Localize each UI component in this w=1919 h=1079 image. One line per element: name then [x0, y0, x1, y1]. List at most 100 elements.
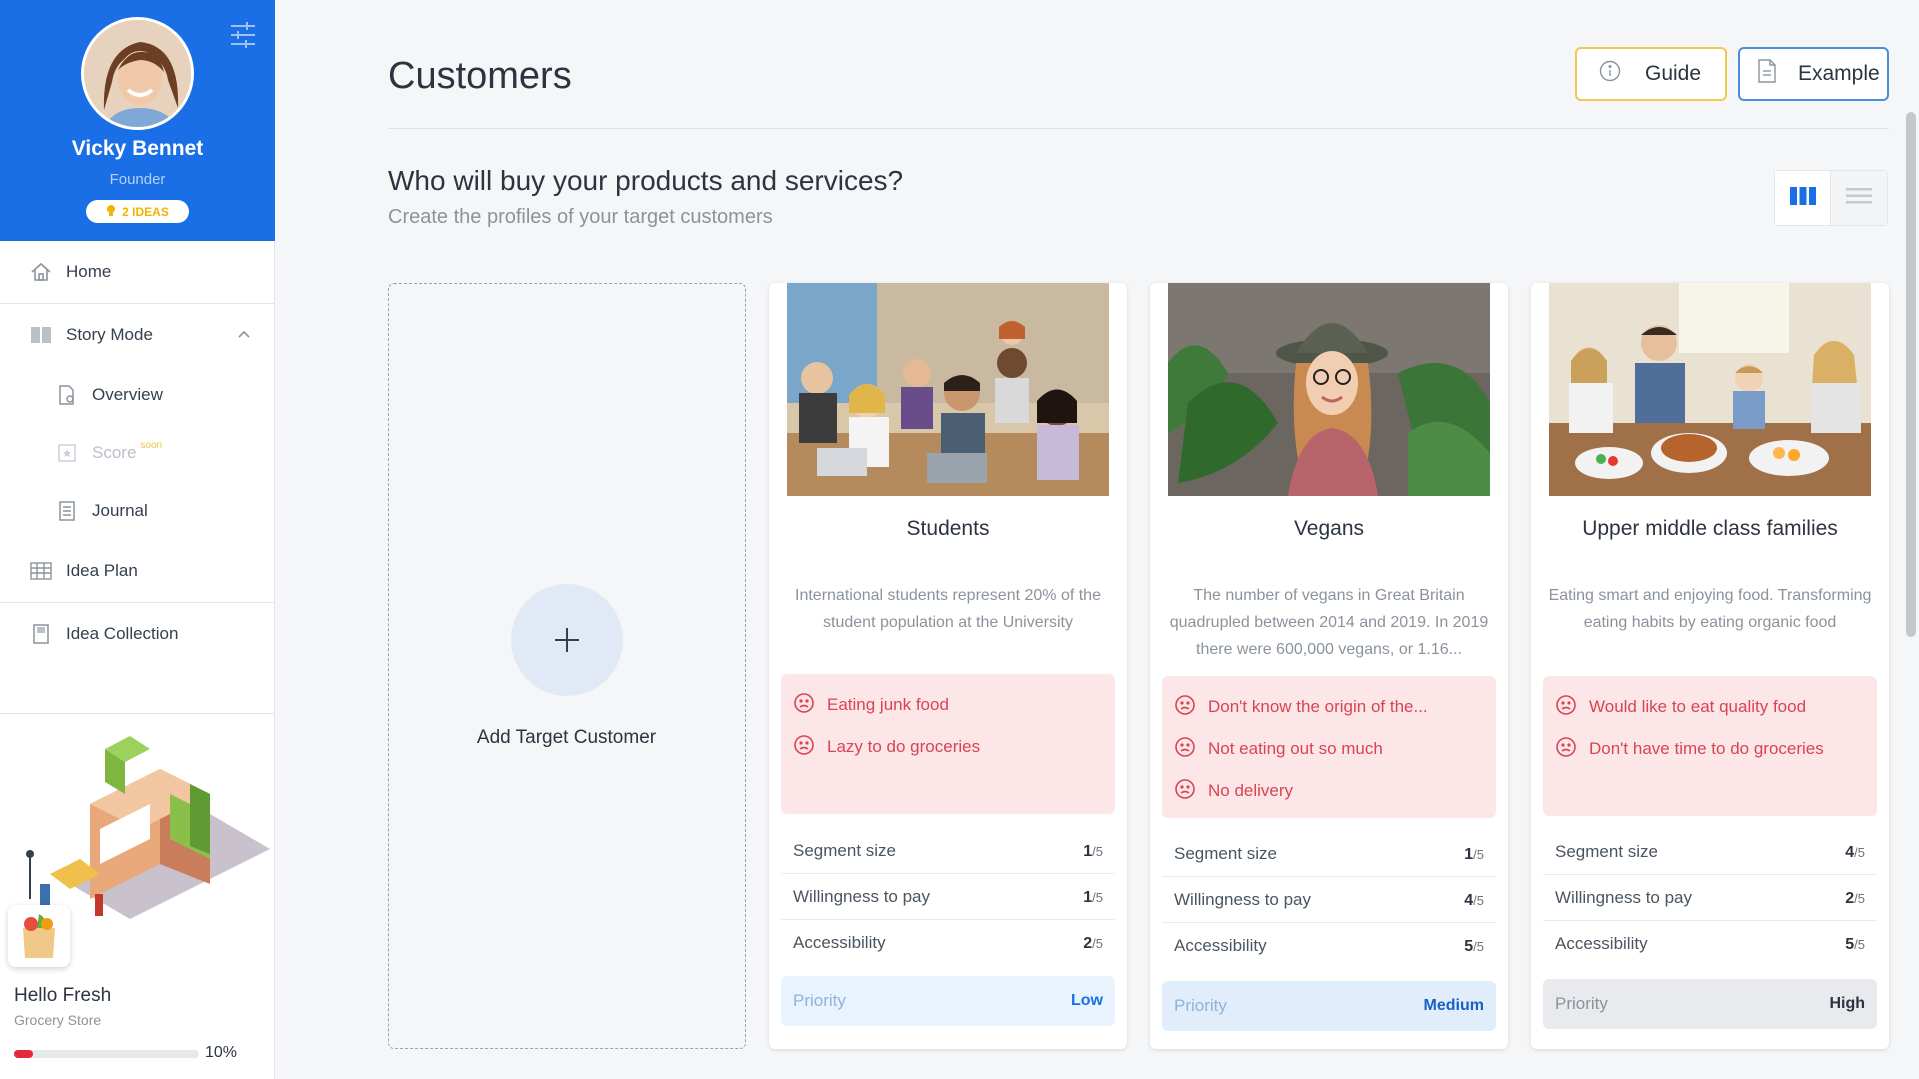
pain-point: Eating junk food: [793, 684, 1115, 726]
ideas-badge-label: 2 IDEAS: [122, 204, 169, 219]
guide-button[interactable]: Guide: [1575, 47, 1727, 101]
document-search-icon: [56, 384, 78, 406]
grid-view-button[interactable]: [1775, 171, 1832, 225]
sidebar-item-label: Idea Plan: [66, 561, 138, 580]
pain-points: Eating junk food Lazy to do groceries: [781, 674, 1115, 814]
pain-point-text: Don't have time to do groceries: [1589, 739, 1824, 758]
sad-face-icon: [1174, 778, 1196, 805]
metric-accessibility: Accessibility 5/5: [1162, 923, 1496, 969]
metric-value: 1/5: [1083, 888, 1103, 906]
collection-icon: [30, 623, 52, 645]
customer-title: Students: [906, 517, 990, 540]
sidebar-nav: Home Story Mode Overview Score soon Jour…: [0, 241, 275, 665]
sidebar-item-idea-collection[interactable]: Idea Collection: [0, 603, 275, 665]
main-content: Customers Guide Example Who will buy you…: [276, 0, 1919, 1079]
metric-value: 2/5: [1083, 935, 1103, 952]
sidebar-item-overview[interactable]: Overview: [0, 366, 275, 424]
sidebar-item-label: Idea Collection: [66, 624, 179, 643]
metric-label: Willingness to pay: [793, 886, 931, 906]
metric-label: Segment size: [1555, 841, 1658, 861]
metric-value: 4/5: [1464, 891, 1484, 909]
current-idea-name: Hello Fresh: [14, 985, 112, 1006]
customer-metrics: Segment size 4/5 Willingness to pay 2/5 …: [1543, 829, 1877, 967]
grocery-bag-icon: [8, 905, 70, 967]
example-button[interactable]: Example: [1738, 47, 1889, 101]
metric-value: 5/5: [1845, 936, 1865, 953]
sad-face-icon: [1555, 694, 1577, 721]
priority-label: Priority: [1555, 994, 1608, 1013]
sidebar-item-idea-plan[interactable]: Idea Plan: [0, 540, 275, 602]
star-icon: [56, 442, 78, 464]
add-target-customer-card[interactable]: Add Target Customer: [388, 283, 746, 1049]
pain-point: Don't have time to do groceries: [1555, 728, 1877, 770]
metric-willingness: Willingness to pay 2/5: [1543, 875, 1877, 921]
document-icon: [1756, 59, 1778, 89]
metric-value: 1/5: [1083, 842, 1103, 860]
customer-description: Eating smart and enjoying food. Transfor…: [1548, 587, 1872, 631]
list-view-button[interactable]: [1831, 171, 1887, 225]
page-scrollbar[interactable]: [1906, 112, 1916, 637]
chevron-up-icon[interactable]: [237, 326, 251, 346]
list-icon: [1846, 187, 1872, 210]
customer-title: Vegans: [1293, 517, 1365, 540]
sidebar-item-label: Story Mode: [66, 325, 153, 344]
metric-segment-size: Segment size 4/5: [1543, 829, 1877, 875]
pain-point: Would like to eat quality food: [1555, 686, 1877, 728]
grid-icon: [30, 560, 52, 582]
pain-point-text: Not eating out so much: [1208, 739, 1383, 758]
priority-bar: Priority Low: [781, 976, 1115, 1026]
filter-settings-icon[interactable]: [228, 20, 258, 50]
customer-description: International students represent 20% of …: [795, 587, 1101, 631]
profile-role: Founder: [109, 171, 166, 188]
add-icon[interactable]: [511, 584, 623, 696]
sad-face-icon: [1174, 694, 1196, 721]
pain-point: Lazy to do groceries: [793, 726, 1115, 768]
book-icon: [30, 324, 52, 346]
metric-label: Segment size: [1174, 843, 1277, 863]
customer-title: Upper middle class families: [1582, 517, 1838, 540]
customer-card-vegans[interactable]: Vegans The number of vegans in Great Bri…: [1150, 283, 1508, 1049]
view-toggle: [1774, 170, 1888, 226]
priority-label: Priority: [793, 991, 846, 1010]
sad-face-icon: [1174, 736, 1196, 763]
pain-point: Not eating out so much: [1174, 728, 1496, 770]
example-button-label: Example: [1798, 62, 1880, 85]
store-illustration: [26, 736, 270, 919]
soon-badge: soon: [140, 439, 163, 451]
header-divider: [388, 128, 1889, 129]
priority-level: Low: [1071, 992, 1103, 1009]
metric-label: Willingness to pay: [1555, 887, 1693, 907]
current-idea-type: Grocery Store: [14, 1012, 102, 1028]
idea-progress-fill: [14, 1050, 33, 1058]
sidebar-item-journal[interactable]: Journal: [0, 482, 275, 540]
customer-card-students[interactable]: Students International students represen…: [769, 283, 1127, 1049]
sidebar-item-home[interactable]: Home: [0, 241, 275, 303]
customer-card-families[interactable]: Upper middle class families Eating smart…: [1531, 283, 1889, 1049]
profile-name: Vicky Bennet: [71, 137, 204, 160]
priority-label: Priority: [1174, 996, 1227, 1015]
customer-description: The number of vegans in Great Britain qu…: [1169, 587, 1489, 658]
metric-label: Accessibility: [1174, 936, 1267, 955]
ideas-badge[interactable]: 2 IDEAS: [86, 200, 189, 223]
metric-segment-size: Segment size 1/5: [1162, 831, 1496, 877]
idea-progress-bar: [14, 1050, 199, 1058]
metric-label: Accessibility: [1555, 934, 1648, 953]
metric-value: 2/5: [1845, 889, 1865, 907]
columns-icon: [1789, 186, 1816, 210]
pain-point: No delivery: [1174, 770, 1496, 812]
avatar[interactable]: [81, 17, 194, 130]
page-title: Customers: [388, 55, 572, 97]
priority-bar: Priority Medium: [1162, 981, 1496, 1031]
sidebar-item-label: Journal: [92, 501, 148, 520]
metric-label: Willingness to pay: [1174, 889, 1312, 909]
pain-points: Don't know the origin of the... Not eati…: [1162, 676, 1496, 818]
metric-accessibility: Accessibility 2/5: [781, 920, 1115, 966]
profile-header: Vicky Bennet Founder 2 IDEAS: [0, 0, 275, 241]
idea-progress-text: 10%: [205, 1044, 238, 1061]
section-question: Who will buy your products and services?: [388, 165, 904, 196]
metric-willingness: Willingness to pay 1/5: [781, 874, 1115, 920]
info-icon: [1599, 60, 1621, 88]
sidebar-item-story-mode[interactable]: Story Mode: [0, 304, 275, 366]
pain-point-text: Would like to eat quality food: [1589, 697, 1807, 716]
priority-bar: Priority High: [1543, 979, 1877, 1029]
